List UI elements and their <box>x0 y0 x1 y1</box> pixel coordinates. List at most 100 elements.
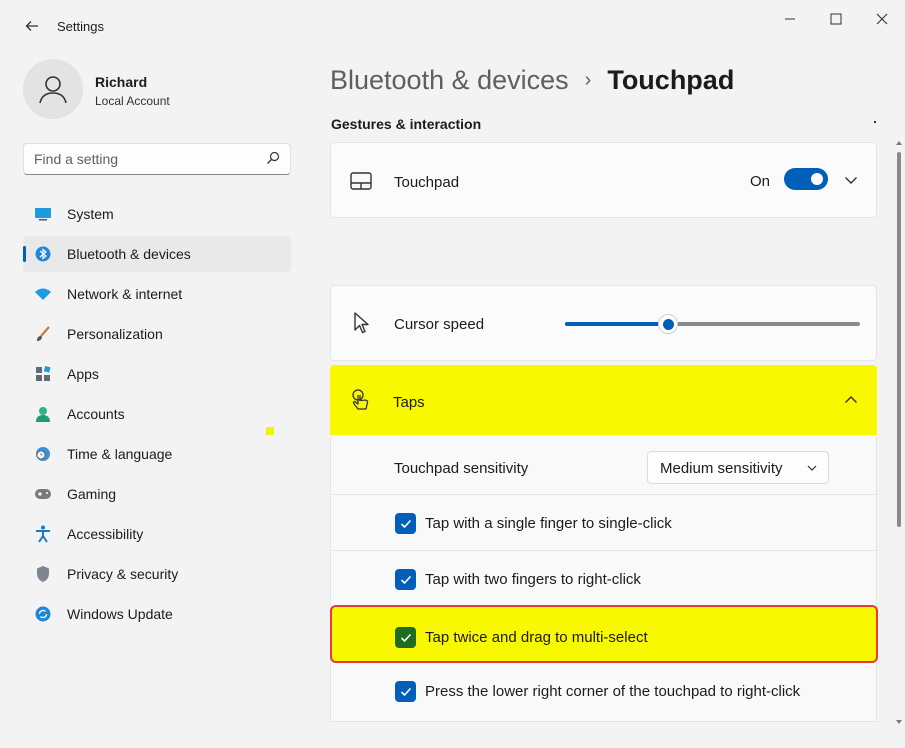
cursor-speed-card: Cursor speed <box>330 285 877 361</box>
maximize-icon <box>830 13 842 25</box>
checkbox-checked[interactable] <box>395 569 416 590</box>
touchpad-sensitivity-row: Touchpad sensitivity Medium sensitivity <box>331 437 878 495</box>
tap-option-row[interactable]: Tap with a single finger to single-click <box>331 495 878 551</box>
slider-thumb[interactable] <box>658 314 679 334</box>
checkmark-icon <box>400 687 411 696</box>
checkmark-icon <box>400 633 411 642</box>
highlight-marker <box>266 427 274 435</box>
profile-account-type: Local Account <box>95 94 170 108</box>
update-icon <box>33 604 53 624</box>
close-button[interactable] <box>859 4 905 34</box>
cursor-speed-slider[interactable] <box>565 314 860 334</box>
sidebar-item-privacy-security[interactable]: Privacy & security <box>23 556 291 592</box>
profile-name: Richard <box>95 74 148 90</box>
toggle-knob <box>811 173 823 185</box>
sidebar-item-label: Personalization <box>67 326 163 342</box>
touchpad-icon <box>349 169 373 193</box>
apps-icon <box>33 364 53 384</box>
app-title: Settings <box>57 19 104 34</box>
cursor-speed-label: Cursor speed <box>394 316 485 333</box>
touchpad-toggle[interactable] <box>784 168 828 190</box>
scroll-up-icon[interactable] <box>896 140 902 146</box>
slider-fill <box>565 322 669 326</box>
chevron-down-icon[interactable] <box>841 170 861 190</box>
taps-header[interactable]: Taps <box>330 365 877 435</box>
tap-option-row-highlighted[interactable]: Tap twice and drag to multi-select <box>330 605 878 663</box>
search-box[interactable] <box>23 143 291 175</box>
tap-option-label: Tap with a single finger to single-click <box>425 515 672 532</box>
sidebar-item-label: Apps <box>67 366 99 382</box>
back-button[interactable] <box>18 12 46 40</box>
scroll-down-icon[interactable] <box>896 719 902 725</box>
touchpad-label: Touchpad <box>394 174 460 191</box>
sidebar-item-label: Accounts <box>67 406 125 422</box>
checkbox-checked[interactable] <box>395 513 416 534</box>
checkbox-checked[interactable] <box>395 627 416 648</box>
tap-option-row[interactable]: Press the lower right corner of the touc… <box>331 663 878 719</box>
touchpad-card[interactable]: Touchpad On <box>330 142 877 218</box>
section-title: Gestures & interaction <box>331 116 482 132</box>
tap-option-row[interactable]: Tap with two fingers to right-click <box>331 551 878 607</box>
sidebar-item-label: Gaming <box>67 486 117 502</box>
sidebar-nav: System Bluetooth & devices Network & int… <box>23 196 291 636</box>
sidebar-item-label: Time & language <box>67 446 173 462</box>
sidebar-item-bluetooth-devices[interactable]: Bluetooth & devices <box>23 236 291 272</box>
brush-icon <box>33 324 53 344</box>
avatar[interactable] <box>23 59 83 119</box>
sidebar-item-apps[interactable]: Apps <box>23 356 291 392</box>
minimize-icon <box>785 18 795 20</box>
taps-settings-group: Touchpad sensitivity Medium sensitivity … <box>330 437 878 722</box>
sidebar-item-windows-update[interactable]: Windows Update <box>23 596 291 632</box>
shield-icon <box>33 564 53 584</box>
scrollbar[interactable] <box>894 140 904 725</box>
chevron-down-icon <box>806 461 818 479</box>
person-icon <box>33 404 53 424</box>
sidebar-item-system[interactable]: System <box>23 196 291 232</box>
scrollbar-thumb[interactable] <box>897 152 901 527</box>
tap-option-label: Tap with two fingers to right-click <box>425 571 641 588</box>
person-icon <box>39 76 67 104</box>
maximize-button[interactable] <box>813 4 859 34</box>
touchpad-sensitivity-label: Touchpad sensitivity <box>394 460 529 477</box>
sidebar-item-label: Privacy & security <box>67 566 179 582</box>
decorative-dot <box>874 121 876 123</box>
checkbox-checked[interactable] <box>395 681 416 702</box>
sidebar-item-accounts[interactable]: Accounts <box>23 396 291 432</box>
tap-gesture-icon <box>348 388 372 412</box>
sidebar-item-gaming[interactable]: Gaming <box>23 476 291 512</box>
sidebar-item-label: Network & internet <box>67 286 183 302</box>
taps-label: Taps <box>393 394 425 411</box>
page-title: Touchpad <box>607 64 735 95</box>
minimize-button[interactable] <box>767 4 813 34</box>
sidebar-item-label: Bluetooth & devices <box>67 246 191 262</box>
title-bar: Settings <box>0 0 905 52</box>
checkmark-icon <box>400 575 411 584</box>
search-icon[interactable] <box>266 151 280 165</box>
sidebar-item-label: Windows Update <box>67 606 173 622</box>
checkmark-icon <box>400 519 411 528</box>
breadcrumb-parent[interactable]: Bluetooth & devices <box>330 65 569 96</box>
cursor-icon <box>349 311 373 335</box>
wifi-icon <box>33 284 53 304</box>
sidebar-item-accessibility[interactable]: Accessibility <box>23 516 291 552</box>
gamepad-icon <box>33 484 53 504</box>
sensitivity-value: Medium sensitivity <box>660 460 783 477</box>
tap-option-label: Press the lower right corner of the touc… <box>425 683 801 700</box>
chevron-up-icon[interactable] <box>841 390 861 410</box>
search-input[interactable] <box>24 144 254 174</box>
sidebar-item-personalization[interactable]: Personalization <box>23 316 291 352</box>
close-icon <box>876 13 888 25</box>
breadcrumb-separator: › <box>584 68 592 91</box>
tap-option-label: Tap twice and drag to multi-select <box>425 629 648 646</box>
back-arrow-icon <box>25 21 38 31</box>
sidebar-item-label: Accessibility <box>67 526 144 542</box>
touchpad-toggle-state: On <box>749 173 770 190</box>
system-icon <box>33 204 53 224</box>
sensitivity-dropdown[interactable]: Medium sensitivity <box>647 451 829 484</box>
globe-clock-icon <box>33 444 53 464</box>
sidebar-item-network-internet[interactable]: Network & internet <box>23 276 291 312</box>
sidebar-item-time-language[interactable]: Time & language <box>23 436 291 472</box>
sidebar-item-label: System <box>67 206 114 222</box>
breadcrumb: Bluetooth & devices › Touchpad <box>330 60 734 100</box>
accessibility-icon <box>33 524 53 544</box>
